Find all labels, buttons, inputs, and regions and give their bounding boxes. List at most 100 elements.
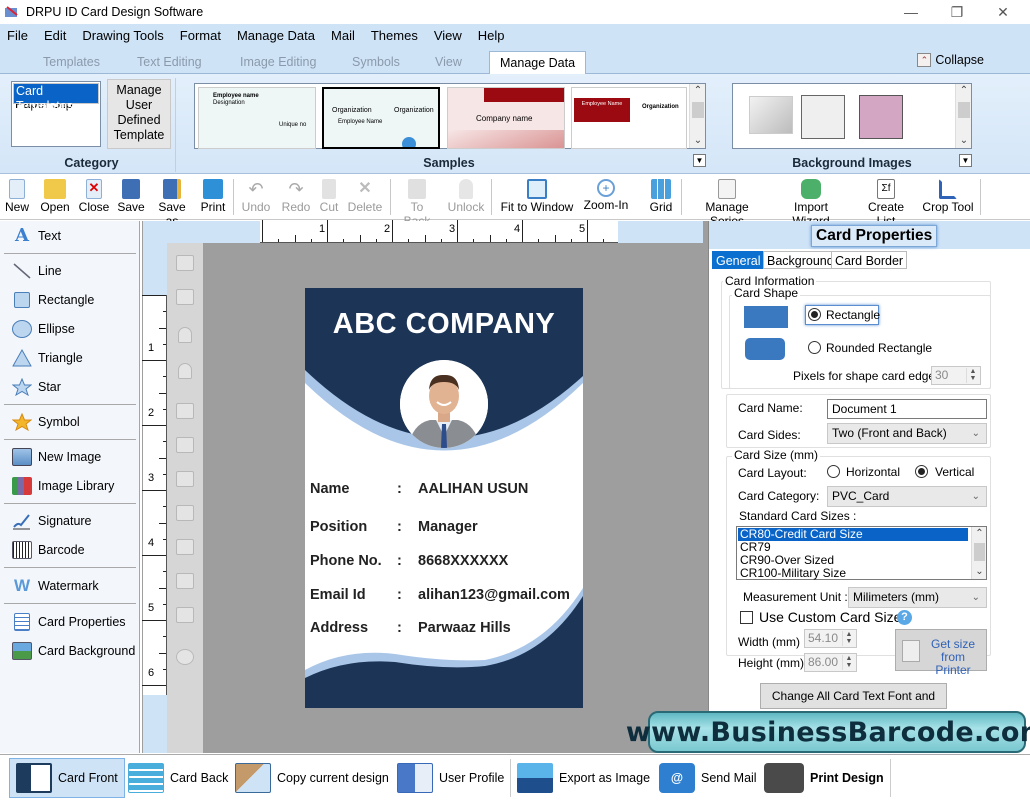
standard-sizes-list[interactable]: CR80-Credit Card Size CR79 CR90-Over Siz…	[736, 526, 987, 580]
measurement-unit-select[interactable]: Milimeters (mm) ⌄	[848, 587, 987, 608]
background-thumb-color[interactable]	[859, 95, 903, 139]
samples-scrollbar[interactable]: ⌃ ⌄	[689, 84, 705, 148]
sample-thumb[interactable]: Employee name Designation Unique no	[198, 87, 316, 149]
open-button[interactable]: Open	[38, 177, 72, 219]
layout-vertical-radio[interactable]	[915, 465, 928, 478]
align-bottom-icon[interactable]	[176, 505, 194, 521]
menu-format[interactable]: Format	[180, 28, 221, 43]
scroll-up-icon[interactable]: ⌃	[956, 84, 972, 98]
send-back-icon[interactable]	[176, 289, 194, 305]
tab-card-border[interactable]: Card Border	[831, 251, 908, 269]
close-button[interactable]: ✕ Close	[78, 177, 110, 219]
manage-user-defined-template-button[interactable]: Manage User Defined Template	[107, 79, 171, 149]
manage-series-button[interactable]: Manage Series	[688, 177, 766, 228]
import-wizard-button[interactable]: Import Wizard	[774, 177, 848, 228]
print-design-button[interactable]: Print Design	[764, 758, 884, 798]
align-right-icon[interactable]	[176, 437, 194, 453]
print-button[interactable]: Print	[199, 177, 227, 219]
align-center-vertical-icon[interactable]	[176, 573, 194, 589]
crop-tool-button[interactable]: Crop Tool	[922, 177, 974, 219]
tab-general[interactable]: General	[712, 251, 765, 269]
grid-button[interactable]: Grid	[647, 177, 675, 219]
export-image-button[interactable]: Export as Image	[517, 758, 650, 798]
delete-button[interactable]: ✕ Delete	[346, 177, 384, 219]
scroll-down-icon[interactable]: ⌄	[690, 134, 706, 148]
shape-rectangle-radio[interactable]	[808, 308, 821, 321]
tool-card-background[interactable]: Card Background	[12, 640, 135, 662]
tool-image-library[interactable]: Image Library	[12, 475, 114, 497]
tab-view[interactable]: View	[435, 51, 462, 73]
tool-line[interactable]: Line	[12, 260, 62, 282]
width-spinner[interactable]: 54.10 ▲ ▼	[804, 629, 857, 648]
card-sides-select[interactable]: Two (Front and Back) ⌄	[827, 423, 987, 444]
align-center-horizontal-icon[interactable]	[176, 539, 194, 555]
tool-watermark[interactable]: W Watermark	[12, 575, 99, 597]
category-item-card-templates[interactable]: Card Templates	[13, 83, 99, 113]
background-thumb[interactable]	[801, 95, 845, 139]
size-item[interactable]: CR100-Military Size	[738, 567, 846, 580]
tab-image-editing[interactable]: Image Editing	[240, 51, 316, 73]
align-left-icon[interactable]	[176, 403, 194, 419]
get-size-from-printer-button[interactable]: Get size from Printer	[895, 629, 987, 677]
zoom-object-icon[interactable]	[176, 649, 194, 665]
shape-rounded-radio[interactable]	[808, 341, 821, 354]
minimize-button[interactable]: —	[888, 0, 934, 24]
height-spinner[interactable]: 86.00 ▲ ▼	[804, 653, 857, 672]
help-icon[interactable]: ?	[897, 610, 912, 625]
tool-signature[interactable]: Signature	[12, 510, 92, 532]
menu-help[interactable]: Help	[478, 28, 505, 43]
samples-expand-icon[interactable]: ▼	[693, 154, 706, 167]
fit-to-window-button[interactable]: Fit to Window	[499, 177, 575, 219]
unlock-object-icon[interactable]	[178, 363, 192, 379]
sample-thumb[interactable]: Company name	[447, 87, 565, 149]
restore-button[interactable]: ❐	[934, 0, 980, 24]
align-center-icon[interactable]	[176, 607, 194, 623]
size-item-selected[interactable]: CR80-Credit Card Size	[738, 528, 968, 541]
scrollbar-thumb[interactable]	[958, 102, 970, 118]
send-mail-button[interactable]: @ Send Mail	[659, 758, 757, 798]
category-list[interactable]: Card Templates User Defined Paper Slip	[11, 81, 101, 147]
tool-symbol[interactable]: Symbol	[12, 411, 80, 433]
new-button[interactable]: New	[3, 177, 31, 219]
menu-edit[interactable]: Edit	[44, 28, 66, 43]
tool-text[interactable]: A Text	[12, 225, 61, 247]
pixels-edge-spinner[interactable]: 30 ▲ ▼	[931, 366, 981, 385]
tab-symbols[interactable]: Symbols	[352, 51, 400, 73]
scrollbar-thumb[interactable]	[692, 102, 704, 118]
redo-button[interactable]: ↷ Redo	[280, 177, 312, 219]
card-front-button[interactable]: Card Front	[9, 758, 125, 798]
id-card-preview[interactable]: ABC COMPANY Name: AALIHAN USUN Position: M…	[305, 288, 583, 708]
tool-new-image[interactable]: New Image	[12, 446, 101, 468]
user-profile-button[interactable]: User Profile	[397, 758, 504, 798]
tab-text-editing[interactable]: Text Editing	[137, 51, 202, 73]
tool-card-properties[interactable]: Card Properties	[12, 611, 126, 633]
background-expand-icon[interactable]: ▼	[959, 154, 972, 167]
to-back-button[interactable]: To Back	[396, 177, 438, 228]
menu-file[interactable]: File	[7, 28, 28, 43]
card-back-button[interactable]: Card Back	[128, 758, 228, 798]
change-all-font-button[interactable]: Change All Card Text Font and Color	[760, 683, 947, 727]
close-window-button[interactable]: ✕	[980, 0, 1026, 24]
menu-manage-data[interactable]: Manage Data	[237, 28, 315, 43]
zoom-in-button[interactable]: + Zoom-In	[583, 177, 629, 219]
card-category-select[interactable]: PVC_Card ⌄	[827, 486, 987, 507]
tab-background[interactable]: Background	[763, 251, 838, 269]
menu-themes[interactable]: Themes	[371, 28, 418, 43]
tool-rectangle[interactable]: Rectangle	[12, 289, 94, 311]
save-as-button[interactable]: Save as	[151, 177, 193, 228]
tool-star[interactable]: Star	[12, 376, 61, 398]
scroll-down-icon[interactable]: ⌄	[956, 134, 972, 148]
custom-size-checkbox[interactable]	[740, 611, 753, 624]
tool-barcode[interactable]: Barcode	[12, 539, 85, 561]
tool-triangle[interactable]: Triangle	[12, 347, 83, 369]
bring-front-icon[interactable]	[176, 255, 194, 271]
menu-mail[interactable]: Mail	[331, 28, 355, 43]
menu-view[interactable]: View	[434, 28, 462, 43]
cut-button[interactable]: Cut	[317, 177, 341, 219]
lock-icon[interactable]	[178, 327, 192, 343]
tab-templates[interactable]: Templates	[43, 51, 100, 73]
align-top-icon[interactable]	[176, 471, 194, 487]
background-thumb[interactable]	[749, 96, 793, 134]
menu-drawing-tools[interactable]: Drawing Tools	[82, 28, 163, 43]
layout-horizontal-radio[interactable]	[827, 465, 840, 478]
